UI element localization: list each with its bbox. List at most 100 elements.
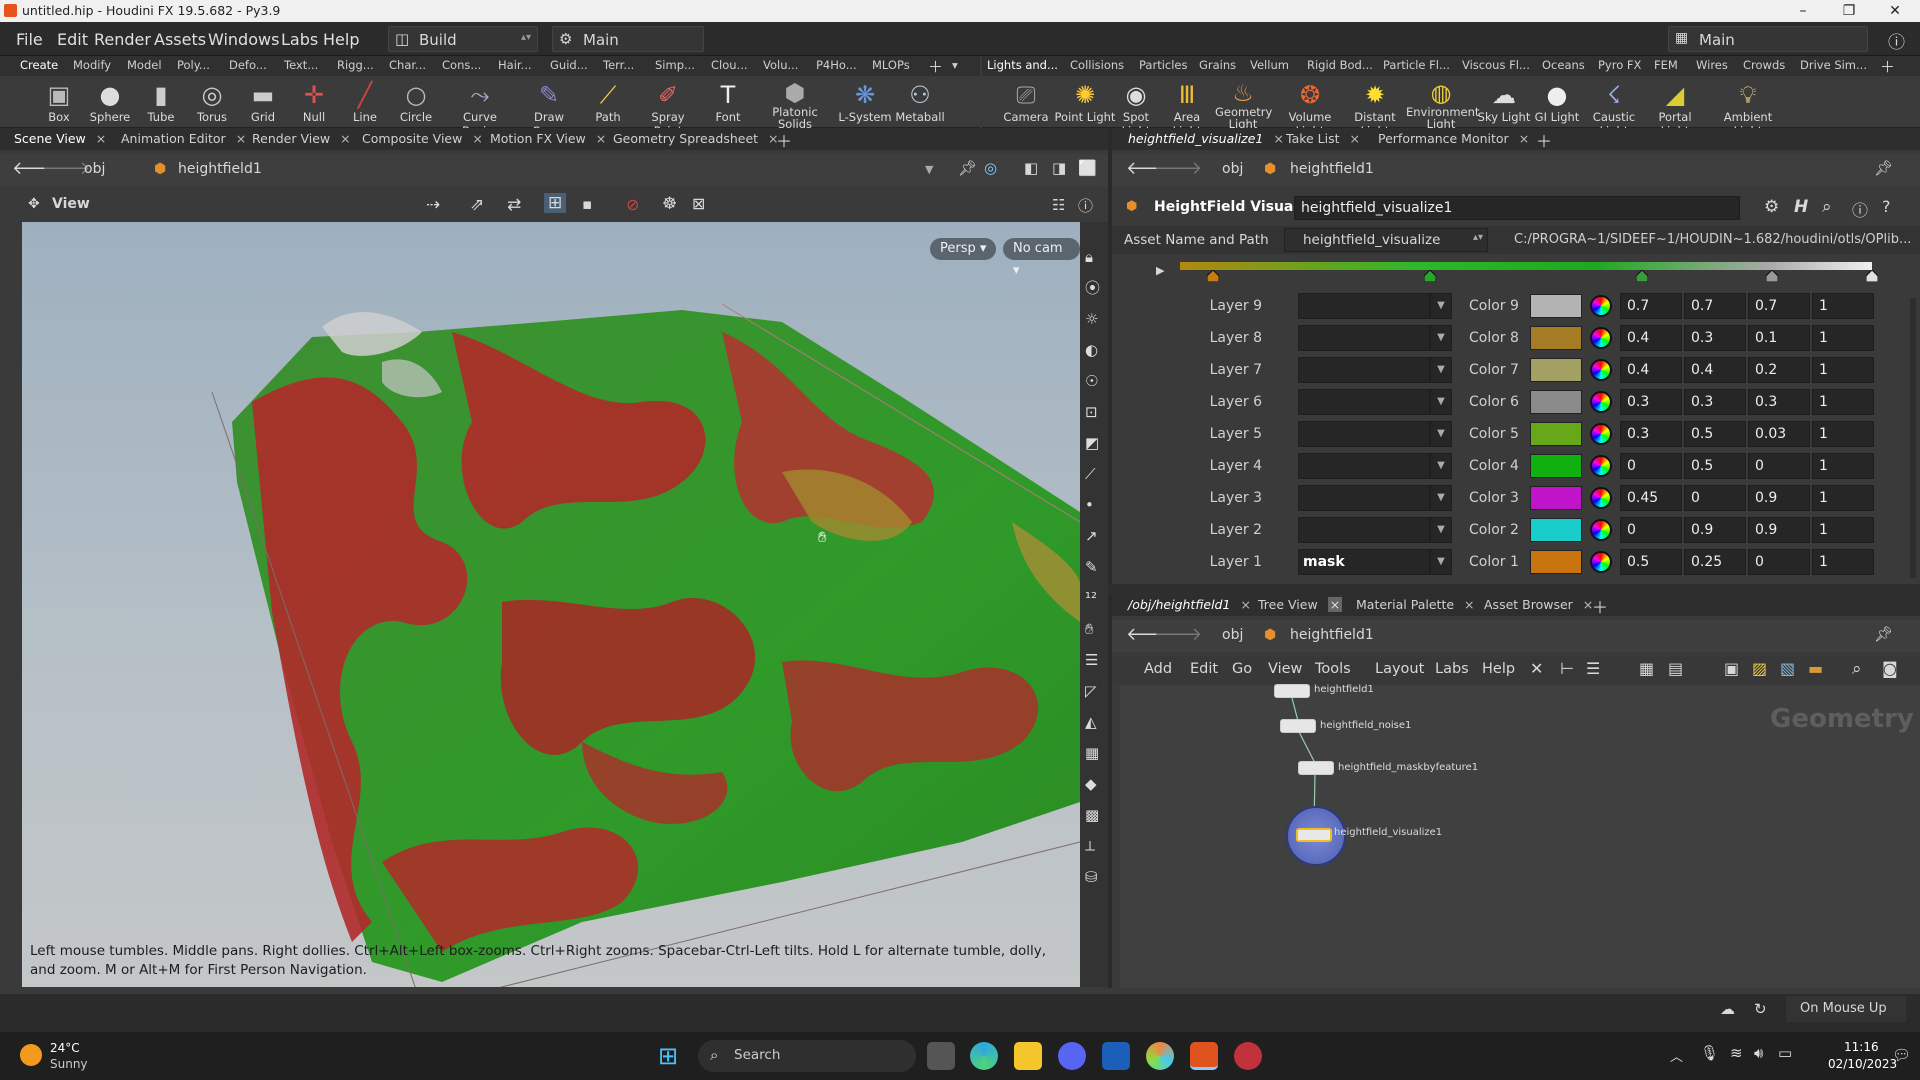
- color-swatch[interactable]: [1530, 486, 1582, 510]
- maximize-button[interactable]: ❐: [1826, 0, 1872, 22]
- wifi-icon[interactable]: ≋: [1730, 1044, 1743, 1062]
- layer-dropdown-icon[interactable]: ▼: [1430, 325, 1452, 351]
- shelf-tab-hair[interactable]: Hair...: [498, 58, 532, 72]
- color-swatch[interactable]: [1530, 358, 1582, 382]
- color-g-field[interactable]: 0.4: [1684, 357, 1746, 383]
- transform-tool-icon[interactable]: ⇗: [470, 195, 484, 215]
- pane-splitter-horizontal[interactable]: [1108, 584, 1920, 594]
- layer-dropdown-icon[interactable]: ▼: [1430, 549, 1452, 575]
- handle-tool-icon[interactable]: ⇄: [507, 195, 521, 215]
- bulb-icon[interactable]: ☉: [1085, 366, 1100, 397]
- viewport-help-icon[interactable]: ⓘ: [1078, 195, 1093, 216]
- color-r-field[interactable]: 0: [1620, 517, 1682, 543]
- layer-dropdown-icon[interactable]: ▼: [1430, 453, 1452, 479]
- color-b-field[interactable]: 0.1: [1748, 325, 1810, 351]
- shelf-tab-guid[interactable]: Guid...: [550, 58, 588, 72]
- path-dropdown-icon[interactable]: ▼: [925, 163, 933, 176]
- color-b-field[interactable]: 0: [1748, 549, 1810, 575]
- color-wheel-icon[interactable]: [1590, 551, 1612, 573]
- tool-platonic-solids[interactable]: ⬢ Platonic Solids: [766, 80, 824, 130]
- pane-splitter[interactable]: [1108, 128, 1112, 988]
- shelf-tab-defo[interactable]: Defo...: [229, 58, 267, 72]
- tray-chevron-icon[interactable]: ︿: [1670, 1046, 1683, 1065]
- tab-composite-view[interactable]: Composite View ×: [362, 131, 483, 146]
- select-tool-icon[interactable]: ⇢: [426, 195, 440, 215]
- param-path-heightfield[interactable]: heightfield1: [1290, 161, 1374, 177]
- file-explorer-icon[interactable]: [1014, 1042, 1042, 1070]
- color-wheel-icon[interactable]: [1590, 423, 1612, 445]
- tab-take-list[interactable]: Take List ×: [1286, 131, 1360, 146]
- houdini-taskbar-icon[interactable]: [1190, 1042, 1218, 1070]
- menu-assets[interactable]: Assets: [154, 30, 206, 49]
- color-g-field[interactable]: 0.3: [1684, 389, 1746, 415]
- menu-edit[interactable]: Edit: [57, 30, 88, 49]
- tool-font[interactable]: T Font: [700, 80, 756, 124]
- shelf-tab-text[interactable]: Text...: [284, 58, 318, 72]
- color-b-field[interactable]: 0.7: [1748, 293, 1810, 319]
- ramp-key-1[interactable]: [1206, 269, 1220, 283]
- shelf-tab-cons[interactable]: Cons...: [442, 58, 481, 72]
- windows-start-icon[interactable]: ⊞: [658, 1042, 678, 1070]
- headlight-icon[interactable]: ◐: [1085, 335, 1100, 366]
- menu-help[interactable]: Help: [323, 30, 359, 49]
- cache-icon[interactable]: ☁: [1720, 1000, 1735, 1018]
- gear-icon[interactable]: ⚙: [1764, 197, 1779, 217]
- add-param-tab-icon[interactable]: ＋: [1536, 128, 1552, 152]
- network-menu-help[interactable]: Help: [1482, 661, 1515, 677]
- shelf-tab-vellum[interactable]: Vellum: [1250, 58, 1289, 72]
- taskbar-search[interactable]: ⌕ Search: [698, 1040, 916, 1072]
- color-b-field[interactable]: 0.2: [1748, 357, 1810, 383]
- microphone-icon[interactable]: 🎙︎: [1700, 1044, 1719, 1062]
- tab-scene-view[interactable]: Scene View ×: [14, 131, 106, 146]
- weather-sun-icon[interactable]: [20, 1044, 42, 1066]
- refresh-icon[interactable]: ↻: [1754, 1000, 1767, 1018]
- layer-name-field[interactable]: [1298, 293, 1430, 319]
- close-button[interactable]: ✕: [1872, 0, 1918, 22]
- viewport-layout-icon[interactable]: ◨: [1052, 159, 1066, 177]
- layer-name-field[interactable]: [1298, 357, 1430, 383]
- desktop-dropdown[interactable]: ◫ Build ▴▾: [388, 26, 538, 52]
- color-g-field[interactable]: 0.9: [1684, 517, 1746, 543]
- shelf-tab-crowds[interactable]: Crowds: [1743, 58, 1785, 72]
- color-a-field[interactable]: 1: [1812, 453, 1874, 479]
- color-b-field[interactable]: 0.3: [1748, 389, 1810, 415]
- network-search-icon[interactable]: ⌕: [1852, 659, 1862, 679]
- path-obj[interactable]: obj: [84, 161, 105, 177]
- color-g-field[interactable]: 0: [1684, 485, 1746, 511]
- tool-sky-light[interactable]: ☁ Sky Light: [1476, 80, 1532, 124]
- color-a-field[interactable]: 1: [1812, 357, 1874, 383]
- layer-name-field[interactable]: [1298, 325, 1430, 351]
- color-swatch[interactable]: [1530, 518, 1582, 542]
- tab-network-path[interactable]: /obj/heightfield1 ×: [1128, 597, 1251, 612]
- minimize-button[interactable]: –: [1780, 0, 1826, 22]
- shelf-tab-volu[interactable]: Volu...: [763, 58, 798, 72]
- color-a-field[interactable]: 1: [1812, 389, 1874, 415]
- network-menu-layout[interactable]: Layout: [1375, 661, 1424, 677]
- tool-grid[interactable]: ▬ Grid: [235, 80, 291, 124]
- color-g-field[interactable]: 0.5: [1684, 421, 1746, 447]
- pencil-icon[interactable]: ✎: [1085, 552, 1100, 583]
- link-icon[interactable]: ◎: [984, 159, 997, 177]
- color-a-field[interactable]: 1: [1812, 485, 1874, 511]
- ramp-gradient-bar[interactable]: [1180, 262, 1872, 270]
- color-r-field[interactable]: 0.3: [1620, 421, 1682, 447]
- color-g-field[interactable]: 0.3: [1684, 325, 1746, 351]
- app-badge-icon[interactable]: [1234, 1042, 1262, 1070]
- layer-name-field[interactable]: [1298, 421, 1430, 447]
- shelf-tab-modify[interactable]: Modify: [73, 58, 111, 72]
- grid-view-icon[interactable]: ▦: [1639, 659, 1654, 678]
- context-dropdown[interactable]: ⚙ Main: [552, 26, 704, 52]
- network-menu-add[interactable]: Add: [1144, 661, 1172, 677]
- asset-name-dropdown[interactable]: heightfield_visualize ▴▾: [1284, 228, 1488, 252]
- powershell-icon[interactable]: [1102, 1042, 1130, 1070]
- color-wheel-icon[interactable]: [1590, 455, 1612, 477]
- shelf-tab-model[interactable]: Model: [127, 58, 162, 72]
- color-b-field[interactable]: 0.9: [1748, 485, 1810, 511]
- search-icon[interactable]: ⌕: [1822, 197, 1832, 217]
- color-r-field[interactable]: 0.4: [1620, 357, 1682, 383]
- shelf-tab-particle-fluids[interactable]: Particle Fl...: [1383, 58, 1450, 72]
- network-camera-icon[interactable]: ◙: [1882, 659, 1898, 678]
- shelf-tab-clou[interactable]: Clou...: [711, 58, 748, 72]
- view-menu-icon[interactable]: ✥: [28, 196, 40, 212]
- layer-name-field[interactable]: mask: [1298, 549, 1430, 575]
